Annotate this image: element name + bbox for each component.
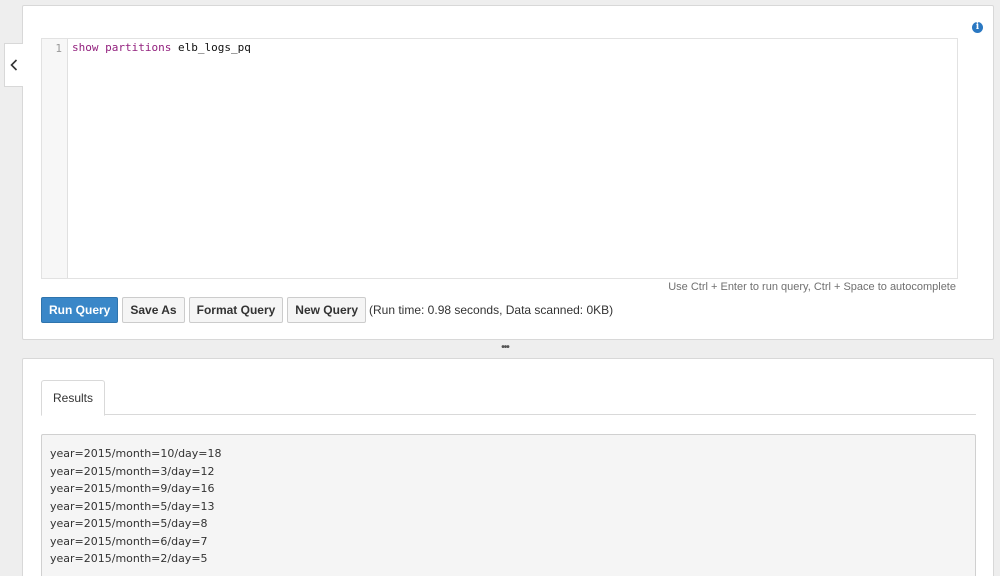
sql-table-name: elb_logs_pq	[177, 41, 251, 54]
save-as-button[interactable]: Save As	[122, 297, 185, 323]
query-toolbar: Run Query Save As Format Query New Query…	[41, 297, 613, 323]
run-status-text: (Run time: 0.98 seconds, Data scanned: 0…	[369, 303, 614, 317]
result-row: year=2015/month=6/day=7	[50, 534, 208, 548]
format-query-button[interactable]: Format Query	[188, 297, 284, 323]
result-row: year=2015/month=3/day=12	[50, 464, 215, 478]
results-output: year=2015/month=10/day=18 year=2015/mont…	[41, 434, 976, 576]
drag-handle-icon[interactable]: •••	[498, 343, 512, 353]
tab-results[interactable]: Results	[41, 380, 106, 416]
chevron-left-icon	[10, 59, 18, 71]
code-line[interactable]: show partitions elb_logs_pq	[72, 41, 251, 55]
editor-panel: i 1 show partitions elb_logs_pq Use Ctrl…	[22, 5, 994, 340]
results-tabs: Results	[41, 380, 976, 416]
result-row: year=2015/month=9/day=16	[50, 482, 215, 495]
results-panel: Results year=2015/month=10/day=18 year=2…	[22, 358, 994, 576]
result-row: year=2015/month=10/day=18	[50, 447, 222, 460]
run-query-button[interactable]: Run Query	[41, 297, 119, 323]
sql-keyword-show: show	[72, 41, 99, 54]
sql-keyword-partitions: partitions	[105, 41, 172, 54]
query-editor-page: i 1 show partitions elb_logs_pq Use Ctrl…	[0, 0, 1000, 576]
sql-editor[interactable]: 1 show partitions elb_logs_pq	[41, 38, 958, 279]
result-row: year=2015/month=5/day=13	[50, 499, 215, 513]
collapse-sidebar-button[interactable]	[4, 43, 23, 87]
editor-gutter: 1	[42, 39, 68, 278]
result-row: year=2015/month=2/day=5	[50, 552, 208, 565]
result-row: year=2015/month=5/day=8	[50, 517, 208, 530]
new-query-button[interactable]: New Query	[287, 297, 366, 323]
keyboard-hint: Use Ctrl + Enter to run query, Ctrl + Sp…	[668, 281, 956, 293]
line-number: 1	[55, 42, 62, 55]
info-icon[interactable]: i	[972, 22, 983, 33]
